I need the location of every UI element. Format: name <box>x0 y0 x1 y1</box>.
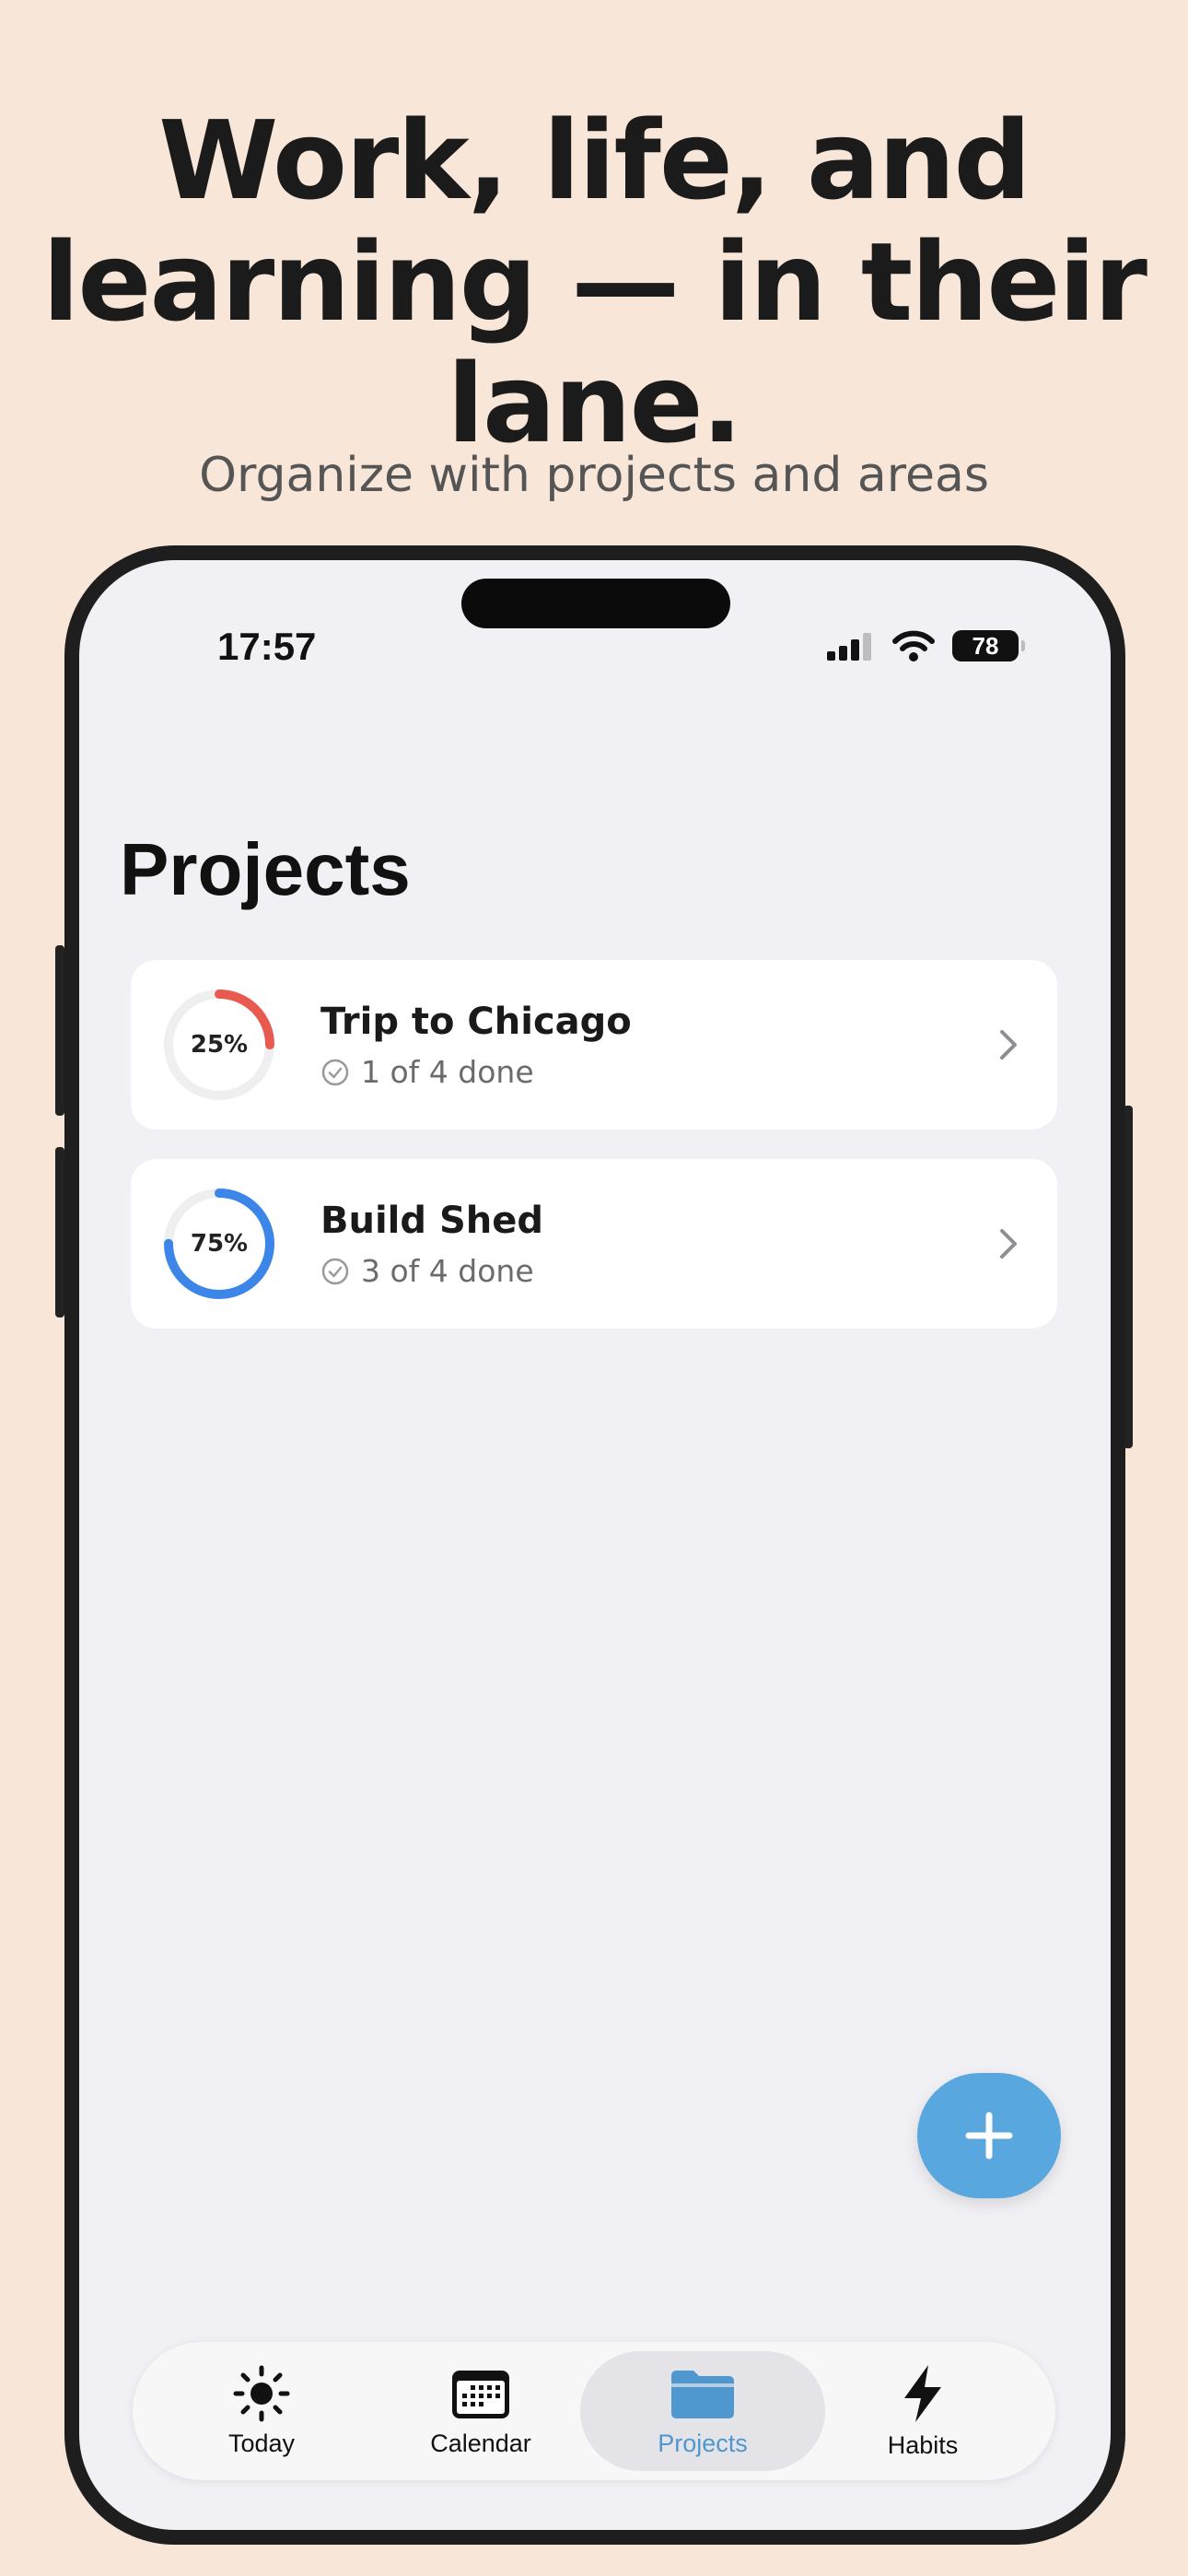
project-card-build-shed[interactable]: 75% Build Shed 3 of 4 done <box>131 1159 1057 1329</box>
add-project-button[interactable] <box>917 2073 1061 2198</box>
phone-volume-button <box>55 1147 64 1317</box>
page-title: Projects <box>120 828 411 910</box>
dynamic-island <box>461 579 730 628</box>
wifi-icon <box>892 630 935 662</box>
tab-label: Habits <box>887 2430 959 2459</box>
project-status-text: 3 of 4 done <box>361 1253 534 1289</box>
project-name: Build Shed <box>320 1200 543 1242</box>
tab-today[interactable]: Today <box>151 2351 372 2471</box>
project-name: Trip to Chicago <box>320 1001 632 1043</box>
bolt-icon <box>904 2364 941 2422</box>
checkmark-circle-icon <box>321 1059 349 1085</box>
plus-icon <box>965 2112 1013 2160</box>
folder-icon <box>671 2370 734 2418</box>
tab-label: Today <box>227 2429 296 2457</box>
phone-frame: 17:57 78 Projects 25% Trip to Chicago 1 … <box>64 545 1125 2545</box>
tab-bar: Today Calendar Projects Habits <box>133 2342 1055 2480</box>
project-status-text: 1 of 4 done <box>361 1054 534 1090</box>
sun-icon <box>233 2365 290 2421</box>
checkmark-circle-icon <box>321 1258 349 1284</box>
progress-percent-label: 75% <box>190 1230 249 1258</box>
chevron-right-icon <box>1000 1229 1017 1259</box>
signal-icon <box>827 633 871 661</box>
app-screen: 17:57 78 Projects 25% Trip to Chicago 1 … <box>79 560 1111 2530</box>
tab-projects[interactable]: Projects <box>580 2351 825 2471</box>
tab-label: Calendar <box>430 2429 531 2457</box>
promo-headline: Work, life, and learning — in their lane… <box>41 97 1147 467</box>
project-status: 1 of 4 done <box>320 1054 534 1090</box>
project-status: 3 of 4 done <box>320 1253 534 1289</box>
battery-icon: 78 <box>952 630 1025 662</box>
tab-calendar[interactable]: Calendar <box>370 2351 591 2471</box>
status-time: 17:57 <box>217 625 317 668</box>
tab-label: Projects <box>658 2429 748 2457</box>
status-icons: 78 <box>825 630 1025 662</box>
progress-percent-label: 25% <box>190 1031 249 1059</box>
tab-habits[interactable]: Habits <box>812 2351 1033 2471</box>
chevron-right-icon <box>1000 1030 1017 1060</box>
promo-subheadline: Organize with projects and areas <box>199 448 989 503</box>
calendar-icon <box>452 2370 509 2418</box>
phone-action-button <box>55 945 64 1116</box>
project-card-trip-to-chicago[interactable]: 25% Trip to Chicago 1 of 4 done <box>131 960 1057 1130</box>
